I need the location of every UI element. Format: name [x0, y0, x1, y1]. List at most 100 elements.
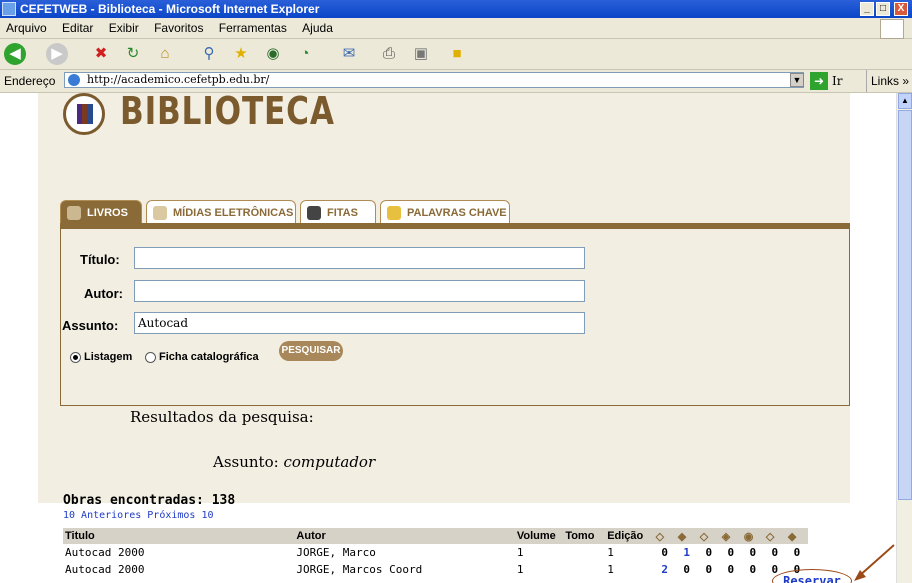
- menu-ferramentas[interactable]: Ferramentas: [213, 18, 293, 38]
- media-type-icon: ◉: [743, 530, 754, 543]
- lock-icon: [387, 206, 401, 220]
- radio-ficha-label: Ficha catalográfica: [159, 351, 259, 363]
- search-button[interactable]: PESQUISAR: [279, 341, 343, 361]
- maximize-button[interactable]: □: [876, 2, 890, 16]
- forward-icon[interactable]: ▶: [46, 43, 68, 65]
- home-icon[interactable]: ⌂: [154, 43, 176, 65]
- cell-count: 0: [683, 563, 691, 576]
- menu-exibir[interactable]: Exibir: [103, 18, 145, 38]
- col-icon-6: ◇: [763, 528, 786, 544]
- table-header-row: Titulo Autor Volume Tomo Edição ◇ ◆ ◇ ◈ …: [63, 528, 808, 544]
- col-autor: Autor: [294, 528, 515, 544]
- media-type-icon: ◈: [721, 530, 731, 543]
- tab-midias-label: MÍDIAS ELETRÔNICAS: [173, 207, 294, 219]
- media-type-icon: ◇: [699, 530, 709, 543]
- cell-titulo: Autocad 2000: [65, 563, 145, 576]
- history-icon[interactable]: ◔: [294, 43, 316, 65]
- menu-editar[interactable]: Editar: [56, 18, 99, 38]
- author-field[interactable]: [134, 280, 585, 302]
- radio-listagem[interactable]: Listagem: [70, 351, 132, 363]
- media-icon[interactable]: ◉: [262, 43, 284, 65]
- cell-count: 0: [771, 546, 779, 559]
- mail-icon[interactable]: ✉: [338, 43, 360, 65]
- radio-listagem-dot[interactable]: [70, 351, 81, 363]
- refresh-icon[interactable]: ↻: [122, 43, 144, 65]
- radio-ficha[interactable]: Ficha catalográfica: [145, 351, 259, 363]
- subject-label: Assunto:: [62, 318, 119, 333]
- close-button[interactable]: X: [894, 2, 908, 16]
- tab-palavras-chave[interactable]: PALAVRAS CHAVE: [380, 200, 510, 224]
- address-bar: Endereço http://academico.cefetpb.edu.br…: [0, 70, 912, 93]
- results-heading: Resultados da pesquisa:: [130, 408, 314, 426]
- window-title: CEFETWEB - Biblioteca - Microsoft Intern…: [20, 2, 320, 16]
- cell-volume: 1: [516, 563, 524, 576]
- cell-autor: JORGE, Marco: [296, 546, 376, 559]
- cell-tomo: [563, 561, 605, 578]
- media-type-icon: ◇: [655, 530, 665, 543]
- col-icon-7: ◆: [785, 528, 808, 544]
- menu-bar: Arquivo Editar Exibir Favoritos Ferramen…: [0, 18, 912, 39]
- library-panel: BIBLIOTECA LIVROS MÍDIAS ELETRÔNICAS FIT…: [38, 93, 850, 503]
- scroll-thumb[interactable]: [898, 110, 912, 500]
- go-arrow-icon[interactable]: ➜: [810, 72, 828, 90]
- vertical-scrollbar[interactable]: ▲: [896, 93, 912, 583]
- tab-fitas[interactable]: FITAS: [300, 200, 376, 224]
- media-type-icon: ◆: [787, 530, 797, 543]
- address-input[interactable]: http://academico.cefetpb.edu.br/: [64, 72, 804, 88]
- books-icon: [77, 104, 93, 124]
- author-label: Autor:: [84, 286, 123, 301]
- cell-count: 0: [705, 563, 713, 576]
- subject-prefix: Assunto:: [213, 453, 284, 471]
- page-title: BIBLIOTECA: [120, 93, 335, 133]
- address-dropdown-icon[interactable]: ▼: [790, 73, 804, 87]
- table-row: Autocad 2000 JORGE, Marcos Coord 1 1 2 0…: [63, 561, 808, 578]
- cell-count: 0: [705, 546, 713, 559]
- tab-livros-label: LIVROS: [87, 207, 128, 219]
- col-tomo: Tomo: [563, 528, 606, 544]
- cell-count[interactable]: 2: [654, 561, 676, 578]
- midias-tab-icon: [153, 206, 167, 220]
- col-icon-3: ◇: [697, 528, 720, 544]
- livros-tab-icon: [67, 206, 81, 220]
- results-table: Titulo Autor Volume Tomo Edição ◇ ◆ ◇ ◈ …: [63, 528, 808, 578]
- subject-line: Assunto: computador: [213, 453, 375, 471]
- ie-page-icon: [68, 74, 80, 86]
- links-button[interactable]: Links »: [866, 70, 909, 92]
- stop-icon[interactable]: ✖: [90, 43, 112, 65]
- address-url: http://academico.cefetpb.edu.br/: [87, 73, 270, 86]
- address-label: Endereço: [4, 74, 56, 88]
- radio-ficha-dot[interactable]: [145, 351, 156, 363]
- col-titulo: Titulo: [63, 528, 295, 544]
- col-icon-1: ◇: [653, 528, 676, 544]
- annotation-arrow-icon: [854, 544, 895, 581]
- subject-field[interactable]: Autocad: [134, 312, 585, 334]
- fitas-tab-icon: [307, 206, 321, 220]
- edit-icon[interactable]: ▣: [410, 43, 432, 65]
- menu-ajuda[interactable]: Ajuda: [296, 18, 339, 38]
- print-icon[interactable]: ⎙: [378, 43, 400, 65]
- radio-listagem-label: Listagem: [84, 351, 133, 363]
- library-logo: [63, 93, 105, 135]
- ie-app-icon: [2, 2, 16, 16]
- menu-favoritos[interactable]: Favoritos: [148, 18, 209, 38]
- tab-midias[interactable]: MÍDIAS ELETRÔNICAS: [146, 200, 296, 224]
- back-icon[interactable]: ◀: [4, 43, 26, 65]
- menu-arquivo[interactable]: Arquivo: [0, 18, 53, 38]
- table-row: Autocad 2000 JORGE, Marco 1 1 0 1 0 0 0 …: [63, 544, 808, 561]
- search-icon[interactable]: ⚲: [198, 43, 220, 65]
- cell-count: 0: [727, 563, 735, 576]
- title-label: Título:: [80, 252, 120, 267]
- toolbar: ◀ ▶ ✖ ↻ ⌂ ⚲ ★ ◉ ◔ ✉ ⎙ ▣ ■: [0, 39, 912, 70]
- tab-livros[interactable]: LIVROS: [60, 200, 142, 224]
- cell-count[interactable]: 1: [676, 544, 698, 561]
- go-button-label[interactable]: Ir: [832, 70, 842, 92]
- pagination-links[interactable]: 10 Anteriores Próximos 10: [63, 510, 214, 521]
- favorites-icon[interactable]: ★: [230, 43, 252, 65]
- cell-count: 0: [727, 546, 735, 559]
- folder-icon[interactable]: ■: [446, 43, 468, 65]
- title-field[interactable]: [134, 247, 585, 269]
- scroll-up-icon[interactable]: ▲: [898, 93, 912, 109]
- minimize-button[interactable]: _: [860, 2, 874, 16]
- col-icon-2: ◆: [675, 528, 698, 544]
- cell-count: 0: [661, 546, 668, 559]
